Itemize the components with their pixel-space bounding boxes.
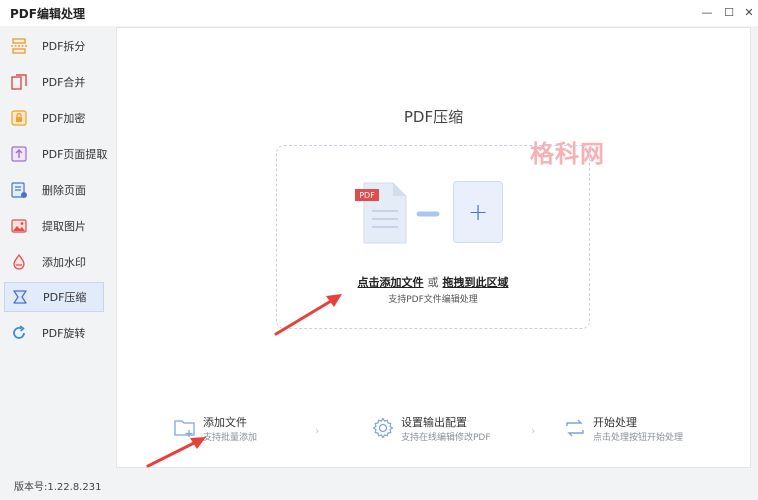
minimize-button[interactable]: — bbox=[698, 4, 716, 22]
annotation-arrow-icon bbox=[146, 437, 206, 468]
sidebar-item-label: 删除页面 bbox=[42, 184, 86, 197]
close-button[interactable]: ✕ bbox=[740, 4, 758, 22]
compress-icon bbox=[11, 288, 29, 306]
maximize-button[interactable]: ☐ bbox=[720, 4, 738, 22]
sidebar-item-label: PDF压缩 bbox=[43, 291, 87, 304]
dropzone-instruction: 点击添加文件或拖拽到此区域 bbox=[277, 274, 589, 290]
sidebar-item-label: PDF旋转 bbox=[42, 327, 86, 340]
sidebar-item-label: PDF拆分 bbox=[42, 40, 86, 53]
sidebar-item-label: PDF加密 bbox=[42, 112, 86, 125]
step-title: 开始处理 bbox=[593, 416, 637, 429]
step-desc: 支持在线编辑修改PDF bbox=[401, 433, 491, 443]
plus-icon: + bbox=[467, 198, 489, 226]
step-title: 添加文件 bbox=[203, 416, 247, 429]
step-start-processing: 开始处理 点击处理按钮开始处理 bbox=[563, 416, 683, 445]
sidebar-item-split[interactable]: PDF拆分 bbox=[4, 31, 104, 61]
merge-icon bbox=[10, 73, 28, 91]
or-text: 或 bbox=[427, 276, 439, 289]
delete-page-icon bbox=[10, 181, 28, 199]
sync-icon bbox=[563, 416, 587, 440]
version-label: 版本号:1.22.8.231 bbox=[14, 482, 102, 493]
page-title: PDF压缩 bbox=[403, 108, 464, 126]
drag-here-text: 拖拽到此区域 bbox=[442, 276, 509, 289]
step-desc: 点击处理按钮开始处理 bbox=[593, 433, 684, 443]
sidebar-item-compress[interactable]: PDF压缩 bbox=[4, 282, 104, 312]
sidebar-item-extract-pages[interactable]: PDF页面提取 bbox=[4, 139, 108, 169]
annotation-arrow-icon bbox=[274, 294, 342, 336]
sidebar-item-label: PDF合并 bbox=[42, 76, 86, 89]
gear-icon bbox=[371, 416, 395, 440]
sidebar-item-label: 添加水印 bbox=[42, 256, 86, 269]
sidebar-item-add-watermark[interactable]: 添加水印 bbox=[4, 247, 104, 277]
step-separator-icon: › bbox=[531, 424, 536, 437]
pdf-badge: PDF bbox=[359, 191, 375, 200]
lock-icon bbox=[10, 109, 28, 127]
step-title: 设置输出配置 bbox=[401, 416, 467, 429]
add-file-button[interactable]: + bbox=[453, 181, 503, 243]
sidebar-item-extract-images[interactable]: 提取图片 bbox=[4, 211, 104, 241]
sidebar-item-merge[interactable]: PDF合并 bbox=[4, 67, 104, 97]
rotate-icon bbox=[10, 324, 28, 342]
sidebar-item-delete-pages[interactable]: 删除页面 bbox=[4, 175, 104, 205]
watermark-icon bbox=[10, 253, 28, 271]
step-separator-icon: › bbox=[315, 424, 320, 437]
sidebar-item-label: PDF页面提取 bbox=[42, 148, 108, 161]
sidebar-item-encrypt[interactable]: PDF加密 bbox=[4, 103, 104, 133]
image-icon bbox=[10, 217, 28, 235]
sidebar-item-rotate[interactable]: PDF旋转 bbox=[4, 318, 104, 348]
title-bar: PDF编辑处理 — ☐ ✕ bbox=[0, 0, 758, 26]
app-title: PDF编辑处理 bbox=[10, 7, 85, 21]
step-output-settings: 设置输出配置 支持在线编辑修改PDF bbox=[371, 416, 491, 445]
extract-icon bbox=[10, 145, 28, 163]
click-add-link[interactable]: 点击添加文件 bbox=[358, 276, 424, 289]
pdf-file-icon: PDF bbox=[355, 181, 447, 249]
split-icon bbox=[10, 37, 28, 55]
sidebar: PDF拆分 PDF合并 PDF加密 PDF页面提取 删除页面 提取图片 添加水印… bbox=[0, 26, 110, 470]
sidebar-item-label: 提取图片 bbox=[42, 220, 86, 233]
main-panel: PDF压缩 格科网 PDF + 点击添加文件或拖拽到此区域 支持PDF文件编辑处… bbox=[116, 27, 751, 468]
